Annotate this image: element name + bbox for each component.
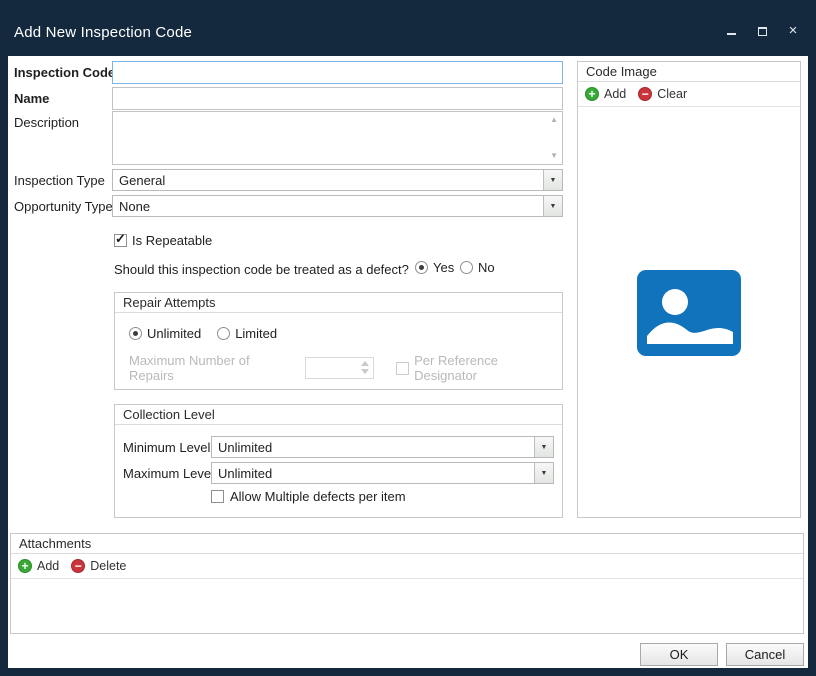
code-image-toolbar: + Add − Clear (578, 82, 800, 107)
max-repairs-row: Maximum Number of Repairs Per Reference … (129, 353, 562, 383)
defect-no-option: No (460, 260, 495, 275)
max-repairs-stepper[interactable] (305, 357, 374, 379)
opportunity-type-dropdown-button[interactable]: ▼ (543, 196, 562, 216)
radio-dot (133, 331, 138, 336)
scroll-up-icon[interactable]: ▲ (550, 116, 558, 124)
add-icon: + (18, 559, 32, 573)
clear-label: Clear (657, 87, 687, 101)
opportunity-type-dropdown[interactable]: None ▼ (112, 195, 563, 217)
is-repeatable-checkbox[interactable]: ✓ (114, 234, 127, 247)
check-icon: ✓ (115, 231, 126, 247)
stepper-up-icon[interactable] (361, 361, 369, 366)
close-icon[interactable]: × (786, 24, 800, 38)
inspection-type-value: General (119, 173, 165, 188)
description-input[interactable] (113, 112, 562, 164)
defect-no-label: No (478, 260, 495, 275)
collection-level-title: Collection Level (115, 405, 562, 425)
minimum-level-dropdown[interactable]: Unlimited ▼ (211, 436, 554, 458)
is-repeatable-label: Is Repeatable (132, 233, 212, 248)
code-image-add-button[interactable]: + Add (585, 87, 626, 101)
window-controls: × (724, 24, 800, 38)
name-label: Name (14, 91, 49, 106)
window-title: Add New Inspection Code (14, 24, 192, 41)
code-image-clear-button[interactable]: − Clear (638, 87, 687, 101)
defect-no-radio[interactable] (460, 261, 473, 274)
inspection-code-input[interactable] (112, 61, 563, 84)
minimize-glyph (727, 33, 736, 35)
add-label: Add (37, 559, 59, 573)
maximize-glyph (758, 27, 767, 36)
delete-label: Delete (90, 559, 126, 573)
inspection-type-dropdown[interactable]: General ▼ (112, 169, 563, 191)
description-label: Description (14, 115, 79, 130)
limited-label: Limited (235, 326, 277, 341)
per-reference-label: Per Reference Designator (414, 353, 562, 383)
allow-multiple-label: Allow Multiple defects per item (230, 489, 406, 504)
repair-attempts-title: Repair Attempts (115, 293, 562, 313)
add-label: Add (604, 87, 626, 101)
repair-attempts-options: Unlimited Limited (129, 326, 277, 341)
scroll-down-icon[interactable]: ▼ (550, 152, 558, 160)
image-placeholder-icon (637, 270, 741, 356)
stepper-down-icon[interactable] (361, 369, 369, 374)
titlebar[interactable]: Add New Inspection Code × (0, 0, 816, 56)
ok-button[interactable]: OK (640, 643, 718, 666)
minimize-icon[interactable] (724, 24, 738, 38)
maximum-level-dropdown[interactable]: Unlimited ▼ (211, 462, 554, 484)
defect-question-text: Should this inspection code be treated a… (114, 262, 409, 277)
clear-icon: − (638, 87, 652, 101)
defect-yes-label: Yes (433, 260, 454, 275)
opportunity-type-label: Opportunity Type (14, 199, 113, 214)
maximum-level-value: Unlimited (218, 466, 272, 481)
inspection-type-dropdown-button[interactable]: ▼ (543, 170, 562, 190)
per-reference-checkbox[interactable] (396, 362, 409, 375)
name-input[interactable] (112, 87, 563, 110)
maximize-icon[interactable] (755, 24, 769, 38)
chevron-down-icon: ▼ (550, 177, 557, 184)
collection-level-panel: Collection Level Minimum Level Unlimited… (114, 404, 563, 518)
code-image-panel: Code Image + Add − Clear (577, 61, 801, 518)
unlimited-label: Unlimited (147, 326, 201, 341)
per-reference-option: Per Reference Designator (396, 353, 562, 383)
allow-multiple-option: Allow Multiple defects per item (211, 489, 406, 504)
is-repeatable-option: ✓ Is Repeatable (114, 233, 212, 248)
chevron-down-icon: ▼ (541, 470, 548, 477)
unlimited-radio[interactable] (129, 327, 142, 340)
radio-dot (419, 265, 424, 270)
allow-multiple-checkbox[interactable] (211, 490, 224, 503)
cancel-button[interactable]: Cancel (726, 643, 804, 666)
limited-option: Limited (217, 326, 277, 341)
code-image-preview-area (578, 108, 800, 517)
chevron-down-icon: ▼ (541, 444, 548, 451)
minimum-level-label: Minimum Level (123, 440, 210, 455)
attachments-title: Attachments (11, 534, 803, 554)
stepper-arrows (361, 361, 369, 374)
maximum-level-label: Maximum Level (123, 466, 214, 481)
maximum-level-dropdown-button[interactable]: ▼ (534, 463, 553, 483)
inspection-code-label: Inspection Code (14, 65, 115, 80)
dialog-content: Inspection Code Name Description ▲ ▼ Ins… (8, 56, 808, 668)
attachments-panel: Attachments + Add − Delete (10, 533, 804, 634)
defect-yes-option: Yes (415, 260, 454, 275)
defect-yes-radio[interactable] (415, 261, 428, 274)
add-inspection-code-dialog: Add New Inspection Code × Inspection Cod… (0, 0, 816, 676)
attachments-toolbar: + Add − Delete (11, 554, 803, 579)
minimum-level-value: Unlimited (218, 440, 272, 455)
repair-attempts-panel: Repair Attempts Unlimited Limited Maximu… (114, 292, 563, 390)
unlimited-option: Unlimited (129, 326, 201, 341)
minimum-level-dropdown-button[interactable]: ▼ (534, 437, 553, 457)
chevron-down-icon: ▼ (550, 203, 557, 210)
inspection-type-label: Inspection Type (14, 173, 105, 188)
delete-icon: − (71, 559, 85, 573)
attachments-list[interactable] (11, 579, 803, 633)
limited-radio[interactable] (217, 327, 230, 340)
attachments-delete-button[interactable]: − Delete (71, 559, 126, 573)
max-repairs-label: Maximum Number of Repairs (129, 353, 295, 383)
description-field-wrap: ▲ ▼ (112, 111, 563, 165)
code-image-title: Code Image (578, 62, 800, 82)
opportunity-type-value: None (119, 199, 150, 214)
attachments-add-button[interactable]: + Add (18, 559, 59, 573)
add-icon: + (585, 87, 599, 101)
